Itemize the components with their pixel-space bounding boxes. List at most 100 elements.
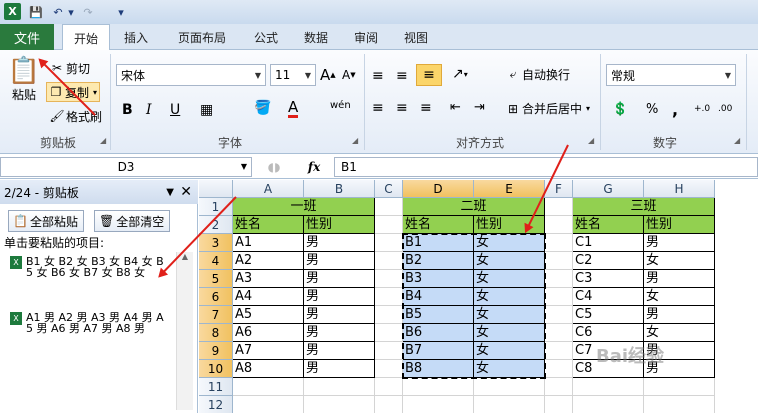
gender-cell[interactable]: 女	[474, 270, 545, 288]
pane-scrollbar[interactable]: ▲	[176, 252, 193, 410]
tab-page-layout[interactable]: 页面布局	[166, 24, 238, 50]
gender-cell[interactable]: 男	[304, 234, 375, 252]
pane-options-icon[interactable]: ▼	[166, 187, 174, 198]
name-cell[interactable]: B4	[403, 288, 474, 306]
number-format-select[interactable]: 常规 ▼	[606, 64, 736, 86]
comma-button[interactable]: ,	[672, 100, 678, 119]
name-cell[interactable]: B3	[403, 270, 474, 288]
name-cell[interactable]: B7	[403, 342, 474, 360]
decrease-decimal-button[interactable]: .00	[718, 104, 732, 114]
grid-cell[interactable]	[545, 252, 573, 270]
row-header-10[interactable]: 10	[199, 360, 233, 378]
name-cell[interactable]: A2	[233, 252, 304, 270]
grid-cell[interactable]	[545, 270, 573, 288]
formula-input[interactable]: B1	[334, 157, 758, 177]
header-cell-name[interactable]: 姓名	[403, 216, 474, 234]
clipboard-launcher-icon[interactable]: ◢	[100, 136, 106, 145]
name-cell[interactable]: C1	[573, 234, 644, 252]
close-icon[interactable]: ✕	[180, 184, 192, 200]
grid-cell[interactable]	[545, 342, 573, 360]
italic-button[interactable]: I	[146, 102, 152, 118]
gender-cell[interactable]: 男	[304, 342, 375, 360]
grow-font-button[interactable]: A ▲	[320, 66, 336, 84]
wrap-text-button[interactable]: ⤶ 自动换行	[504, 66, 570, 83]
worksheet-grid[interactable]: A B C D E F G H 1 2 3 4 5 6 7 8 9 10 11 12 一班 姓名 性别 A1 男 A2 男 A3 男 A4…	[199, 180, 758, 413]
name-box[interactable]: D3 ▼	[0, 157, 252, 177]
name-cell[interactable]: A8	[233, 360, 304, 378]
grid-cell[interactable]	[644, 378, 715, 396]
header-cell-gender[interactable]: 性别	[304, 216, 375, 234]
column-header-e[interactable]: E	[474, 180, 545, 198]
name-cell[interactable]: B6	[403, 324, 474, 342]
insert-function-button[interactable]: fx	[308, 160, 320, 174]
orientation-button[interactable]: ↗ ▾	[452, 66, 468, 82]
tab-home[interactable]: 开始	[62, 24, 110, 51]
paste-all-button[interactable]: 📋 全部粘贴	[8, 210, 84, 232]
gender-cell[interactable]: 男	[304, 306, 375, 324]
name-cell[interactable]: A1	[233, 234, 304, 252]
tab-view[interactable]: 视图	[396, 24, 436, 50]
row-header-5[interactable]: 5	[199, 270, 233, 288]
class-title-cell[interactable]: 一班	[233, 198, 375, 216]
merge-center-button[interactable]: ⊞ 合并后居中 ▾	[504, 100, 590, 117]
tab-insert[interactable]: 插入	[114, 24, 158, 50]
font-name-select[interactable]: 宋体 ▼	[116, 64, 266, 86]
font-size-select[interactable]: 11 ▼	[270, 64, 316, 86]
name-cell[interactable]: A6	[233, 324, 304, 342]
gender-cell[interactable]: 女	[474, 234, 545, 252]
gender-cell[interactable]: 女	[644, 252, 715, 270]
grid-cell[interactable]	[375, 342, 403, 360]
grid-cell[interactable]	[375, 396, 403, 413]
borders-button[interactable]: ▦	[200, 102, 213, 118]
number-launcher-icon[interactable]: ◢	[734, 136, 740, 145]
name-cell[interactable]: A5	[233, 306, 304, 324]
grid-cell[interactable]	[375, 378, 403, 396]
gender-cell[interactable]: 女	[474, 288, 545, 306]
gender-cell[interactable]: 男	[644, 270, 715, 288]
grid-cell[interactable]	[375, 234, 403, 252]
tab-file[interactable]: 文件	[0, 24, 54, 50]
gender-cell[interactable]: 男	[304, 270, 375, 288]
align-bottom-button[interactable]: ≡	[416, 64, 442, 86]
grid-cell[interactable]	[644, 396, 715, 413]
currency-button[interactable]: 💲	[612, 102, 628, 117]
gender-cell[interactable]: 女	[474, 252, 545, 270]
clear-all-button[interactable]: 🗑 全部清空	[94, 210, 170, 232]
clipboard-item[interactable]: X A1 男 A2 男 A3 男 A4 男 A5 男 A6 男 A7 男 A8 男	[10, 312, 170, 334]
column-header-a[interactable]: A	[233, 180, 304, 198]
row-header-6[interactable]: 6	[199, 288, 233, 306]
percent-button[interactable]: %	[646, 102, 658, 117]
grid-cell[interactable]	[545, 324, 573, 342]
column-header-c[interactable]: C	[375, 180, 403, 198]
row-header-9[interactable]: 9	[199, 342, 233, 360]
font-launcher-icon[interactable]: ◢	[352, 136, 358, 145]
grid-cell[interactable]	[474, 378, 545, 396]
increase-indent-button[interactable]: ⇥	[474, 100, 485, 115]
grid-cell[interactable]	[545, 198, 573, 216]
row-header-8[interactable]: 8	[199, 324, 233, 342]
grid-cell[interactable]	[573, 378, 644, 396]
gender-cell[interactable]: 男	[644, 234, 715, 252]
row-header-7[interactable]: 7	[199, 306, 233, 324]
redo-icon[interactable]: ↷	[80, 3, 96, 21]
grid-cell[interactable]	[375, 270, 403, 288]
grid-cell[interactable]	[375, 252, 403, 270]
row-header-12[interactable]: 12	[199, 396, 233, 413]
gender-cell[interactable]: 男	[304, 288, 375, 306]
column-header-d[interactable]: D	[403, 180, 474, 198]
name-cell[interactable]: B8	[403, 360, 474, 378]
row-header-3[interactable]: 3	[199, 234, 233, 252]
grid-cell[interactable]	[403, 396, 474, 413]
name-cell[interactable]: C6	[573, 324, 644, 342]
save-icon[interactable]: 💾	[28, 3, 44, 21]
shrink-font-button[interactable]: A ▼	[342, 68, 356, 82]
class-title-cell[interactable]: 三班	[573, 198, 715, 216]
gender-cell[interactable]: 女	[474, 342, 545, 360]
grid-cell[interactable]	[474, 396, 545, 413]
grid-cell[interactable]	[304, 396, 375, 413]
row-header-4[interactable]: 4	[199, 252, 233, 270]
align-middle-button[interactable]: ≡	[396, 68, 408, 84]
grid-cell[interactable]	[233, 378, 304, 396]
grid-cell[interactable]	[545, 378, 573, 396]
gender-cell[interactable]: 男	[644, 306, 715, 324]
